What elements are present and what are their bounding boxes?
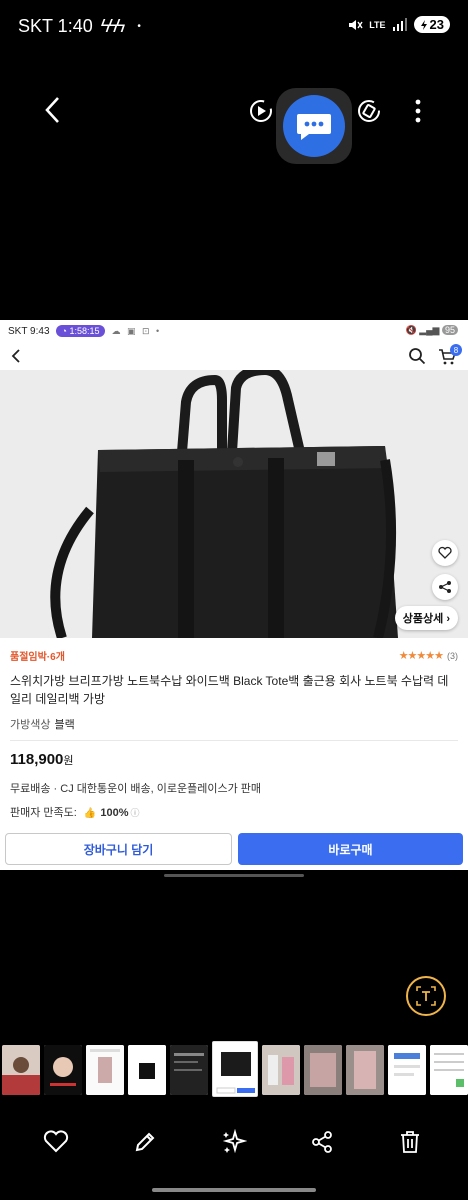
kebab-menu-icon bbox=[415, 99, 421, 123]
price-value: 118,900 bbox=[10, 751, 64, 768]
thumbnail[interactable] bbox=[304, 1045, 342, 1095]
chat-icon bbox=[297, 114, 331, 140]
share-icon bbox=[439, 581, 451, 593]
rotate-button[interactable] bbox=[354, 96, 384, 126]
cart-count-badge: 8 bbox=[450, 344, 462, 356]
star-icons: ★★★★★ bbox=[398, 649, 444, 662]
share-nodes-icon bbox=[312, 1131, 332, 1153]
viewer-bottom-bar bbox=[0, 1122, 468, 1162]
heart-icon bbox=[438, 546, 452, 559]
mute-icon bbox=[349, 19, 363, 30]
delete-button[interactable] bbox=[396, 1128, 424, 1156]
app-back-icon[interactable] bbox=[10, 348, 22, 364]
battery-indicator: 23 bbox=[413, 16, 450, 33]
shipping-info: 무료배송 · CJ 대한통운이 배송, 이로운플레이스가 판매 bbox=[10, 783, 262, 795]
screenshot-image: SKT 9:43 ◔ 1:58:15 ☁ ▣ ⊡ • 🔇 ▂▄▆ 95 8 상품… bbox=[0, 320, 468, 870]
text-scan-icon bbox=[416, 986, 436, 1006]
thumbnail[interactable] bbox=[262, 1045, 300, 1095]
floating-chat-button[interactable] bbox=[276, 88, 352, 164]
price-unit: 원 bbox=[63, 755, 74, 767]
seller-value: 100% bbox=[100, 807, 129, 819]
thumbs-up-icon: 👍 bbox=[83, 808, 97, 819]
rating-stars[interactable]: ★★★★★ (3) bbox=[399, 649, 458, 662]
app-nav-bar: 8 bbox=[0, 342, 468, 370]
thumbnail[interactable] bbox=[346, 1045, 384, 1095]
tote-bag-image bbox=[0, 370, 468, 638]
seller-label: 판매자 만족도: bbox=[10, 807, 77, 819]
option-value: 블랙 bbox=[54, 719, 75, 731]
product-detail-button[interactable]: 상품상세 › bbox=[394, 606, 458, 630]
option-label: 가방색상 bbox=[10, 719, 51, 731]
product-info: 품절임박·6개 ★★★★★ (3) 스위치가방 브리프가방 노트북수납 와이드백 … bbox=[0, 638, 468, 820]
viewer-top-bar bbox=[0, 76, 468, 164]
thumbnail[interactable] bbox=[388, 1045, 426, 1095]
stock-deal-label: 품절임박·6개 bbox=[10, 651, 65, 663]
thumbnail[interactable] bbox=[2, 1045, 40, 1095]
play-motion-button[interactable] bbox=[246, 96, 276, 126]
heart-outline-icon bbox=[43, 1130, 69, 1153]
motion-play-icon bbox=[250, 100, 272, 122]
share-image-button[interactable] bbox=[308, 1128, 336, 1156]
charging-bolts-icon: ϟϟϟ bbox=[100, 16, 126, 36]
chevron-left-icon bbox=[45, 97, 59, 123]
review-count: (3) bbox=[447, 650, 458, 661]
thumbnail[interactable] bbox=[430, 1045, 468, 1095]
product-price: 118,900원 bbox=[10, 751, 458, 768]
back-button[interactable] bbox=[38, 94, 66, 126]
add-to-cart-button[interactable]: 장바구니 담기 bbox=[5, 833, 232, 865]
signal-icon bbox=[392, 17, 407, 31]
home-gesture-handle[interactable] bbox=[152, 1188, 316, 1192]
battery-level: 23 bbox=[429, 17, 444, 32]
product-option[interactable]: 가방색상 블랙 bbox=[10, 716, 458, 741]
outer-status-time: SKT 1:40 bbox=[18, 16, 93, 36]
notification-dot: • bbox=[137, 21, 141, 32]
thumbnail[interactable] bbox=[44, 1045, 82, 1095]
network-type: LTE bbox=[369, 19, 386, 30]
inner-battery: 95 bbox=[441, 325, 458, 335]
inner-notification-icons: ☁ ▣ ⊡ • bbox=[111, 325, 162, 336]
share-button[interactable] bbox=[432, 574, 458, 600]
more-options-button[interactable] bbox=[406, 96, 430, 126]
text-extract-button[interactable] bbox=[406, 976, 446, 1016]
call-timer-pill: ◔ 1:58:15 bbox=[55, 325, 106, 337]
ai-edit-button[interactable] bbox=[220, 1128, 248, 1156]
battery-charge-icon bbox=[420, 19, 427, 30]
product-image[interactable]: 상품상세 › bbox=[0, 370, 468, 638]
trash-icon bbox=[401, 1131, 419, 1153]
call-timer: 1:58:15 bbox=[69, 326, 100, 336]
favorite-button[interactable] bbox=[42, 1128, 70, 1156]
product-detail-label: 상품상세 bbox=[402, 613, 444, 625]
wishlist-button[interactable] bbox=[432, 540, 458, 566]
inner-status-time: SKT 9:43 bbox=[8, 325, 50, 337]
sparkle-icon bbox=[222, 1129, 247, 1154]
thumbnail-strip bbox=[0, 1041, 468, 1097]
outer-status-bar: SKT 1:40 ϟϟϟ • LTE 23 bbox=[0, 0, 468, 56]
rotate-icon bbox=[358, 100, 380, 122]
thumbnail[interactable] bbox=[86, 1045, 124, 1095]
edit-button[interactable] bbox=[131, 1128, 159, 1156]
image-divider-handle bbox=[164, 874, 304, 877]
inner-status-bar: SKT 9:43 ◔ 1:58:15 ☁ ▣ ⊡ • 🔇 ▂▄▆ 95 bbox=[0, 320, 468, 342]
thumbnail-selected[interactable] bbox=[212, 1041, 258, 1097]
product-title: 스위치가방 브리프가방 노트북수납 와이드백 Black Tote백 출근용 회… bbox=[10, 674, 449, 706]
seller-satisfaction: 판매자 만족도: 👍 100% ⓘ bbox=[10, 804, 458, 820]
buy-now-button[interactable]: 바로구매 bbox=[238, 833, 463, 865]
pencil-icon bbox=[135, 1132, 155, 1152]
search-icon[interactable] bbox=[408, 347, 426, 365]
info-icon[interactable]: ⓘ bbox=[131, 808, 140, 818]
thumbnail[interactable] bbox=[170, 1045, 208, 1095]
thumbnail[interactable] bbox=[128, 1045, 166, 1095]
inner-system-icons: 🔇 ▂▄▆ 95 bbox=[406, 325, 458, 336]
purchase-actions: 장바구니 담기 바로구매 bbox=[0, 828, 468, 870]
